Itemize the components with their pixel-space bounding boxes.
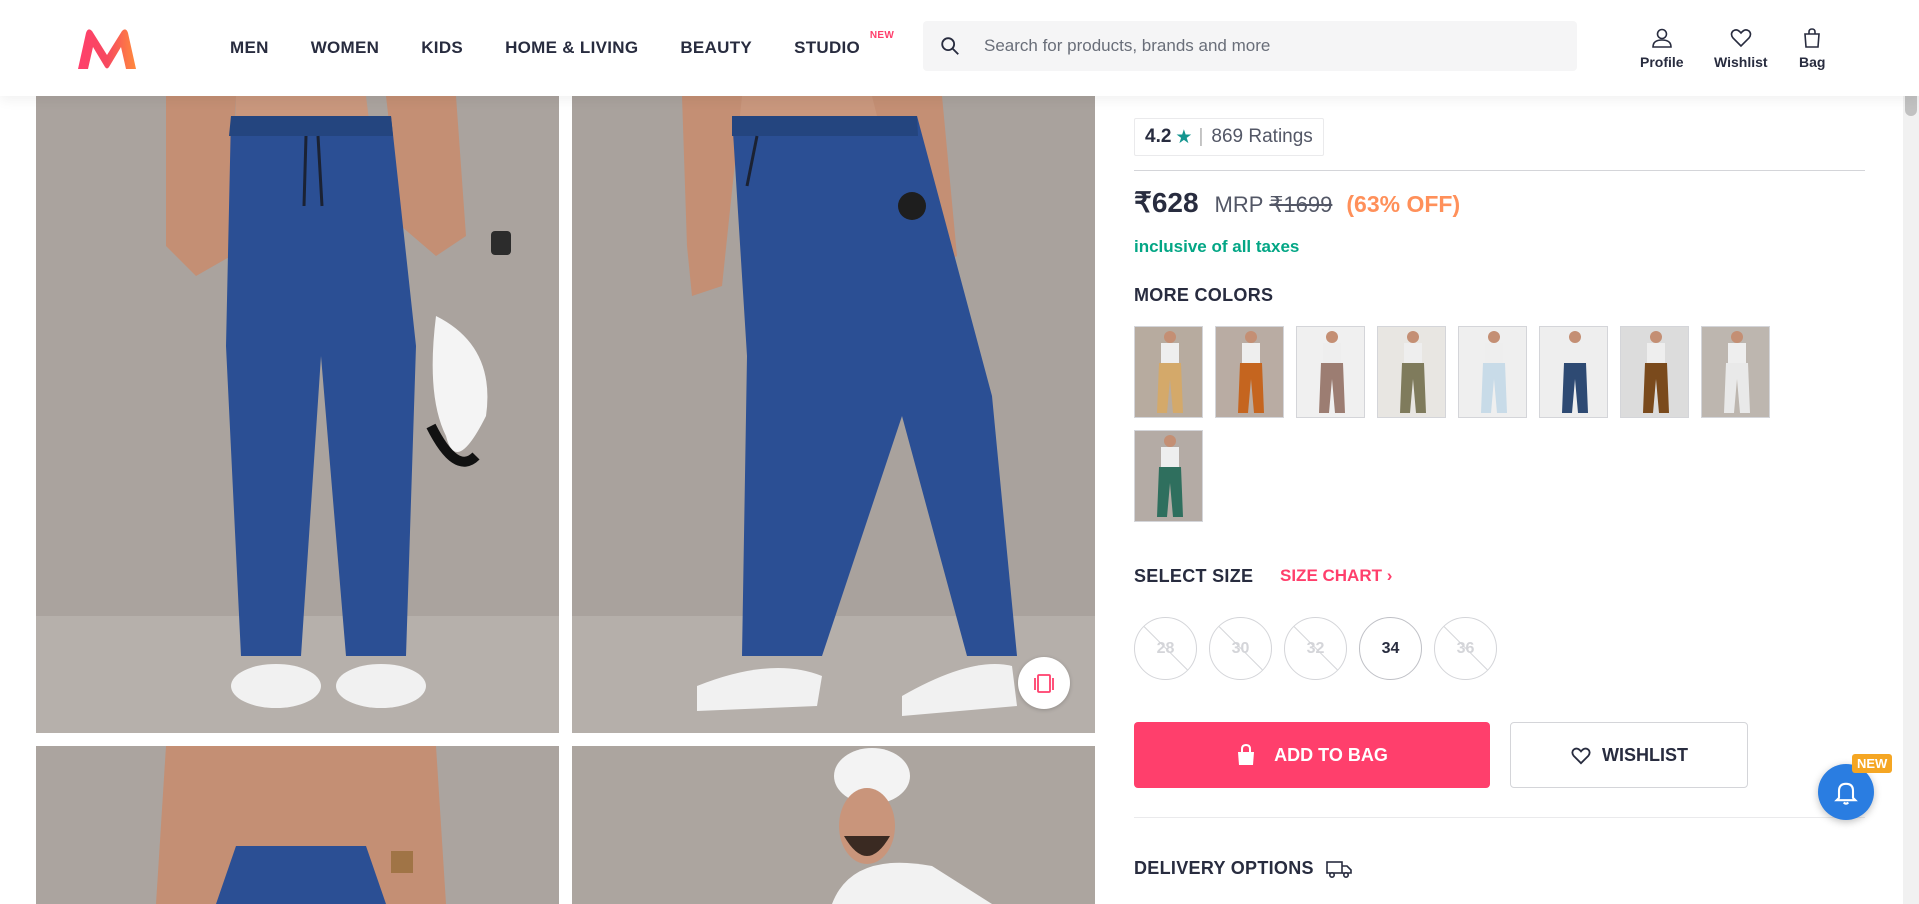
price-row: ₹628 MRP ₹1699 (63% OFF) [1134,186,1460,219]
studio-new-badge: NEW [869,30,895,41]
divider [1134,170,1865,171]
size-options: 28 30 32 34 36 [1134,617,1497,680]
myntra-logo[interactable] [76,27,138,71]
taxes-note: inclusive of all taxes [1134,237,1300,256]
search-input[interactable] [984,36,1544,56]
product-image-back[interactable] [36,746,559,904]
delivery-label: DELIVERY OPTIONS [1134,858,1314,878]
more-colors-title: MORE COLORS [1134,285,1274,305]
color-swatch[interactable] [1539,326,1608,418]
wishlist-label: Wishlist [1714,54,1768,70]
wishlist-button-label: WISHLIST [1602,744,1688,765]
nav-men[interactable]: MEN [230,38,269,58]
wishlist-button[interactable]: WISHLIST [1510,722,1748,788]
size-chart-link[interactable]: SIZE CHART › [1280,566,1392,586]
size-option: 36 [1434,617,1497,680]
delivery-options-title: DELIVERY OPTIONS [1134,858,1352,879]
selling-price: ₹628 [1134,187,1199,218]
heart-icon [1730,29,1752,48]
size-chart-label: SIZE CHART [1280,566,1382,585]
mrp-label: MRP [1214,192,1264,217]
top-header: MEN WOMEN KIDS HOME & LIVING BEAUTY STUD… [0,0,1919,96]
product-image-model[interactable] [572,746,1095,904]
size-label: 34 [1381,639,1400,657]
rating-box[interactable]: 4.2 ★ | 869 Ratings [1134,118,1324,156]
profile-label: Profile [1640,54,1684,70]
color-swatch[interactable] [1377,326,1446,418]
size-label: 28 [1156,639,1175,657]
product-image-front[interactable] [36,96,559,733]
bag-label: Bag [1799,54,1826,70]
color-swatch[interactable] [1458,326,1527,418]
mrp-value: ₹1699 [1269,192,1333,217]
size-label: 32 [1306,639,1325,657]
nav-beauty[interactable]: BEAUTY [680,38,752,58]
add-to-bag-button[interactable]: ADD TO BAG [1134,722,1490,788]
size-label: 30 [1231,639,1250,657]
size-option: 32 [1284,617,1347,680]
discount-percent: (63% OFF) [1346,191,1461,217]
color-swatch[interactable] [1134,326,1203,418]
bag-icon [1238,744,1255,765]
chevron-right-icon: › [1386,566,1393,585]
profile-icon [1651,28,1672,48]
color-swatch[interactable] [1215,326,1284,418]
search-bar[interactable] [923,21,1577,71]
color-swatch[interactable] [1620,326,1689,418]
similar-icon [1034,674,1054,693]
truck-icon [1326,860,1352,878]
rating-divider: | [1198,126,1204,147]
page-scrollbar[interactable] [1903,0,1919,904]
size-option: 28 [1134,617,1197,680]
color-swatch[interactable] [1701,326,1770,418]
star-icon: ★ [1175,126,1193,148]
color-swatch[interactable] [1296,326,1365,418]
notification-new-badge: NEW [1852,754,1893,773]
color-swatches [1134,326,1784,522]
select-size-title: SELECT SIZE [1134,566,1254,586]
main-nav: MEN WOMEN KIDS HOME & LIVING BEAUTY STUD… [230,0,894,96]
color-swatch[interactable] [1134,430,1203,522]
wishlist-header-button[interactable]: Wishlist [1714,26,1768,70]
add-to-bag-label: ADD TO BAG [1274,744,1388,765]
search-icon [941,37,959,55]
product-image-side[interactable] [572,96,1095,733]
nav-studio[interactable]: STUDIO NEW [794,30,894,58]
size-label: 36 [1456,639,1475,657]
view-similar-button[interactable] [1018,657,1070,709]
divider [1134,817,1865,818]
rating-value: 4.2 [1145,126,1172,147]
bag-button[interactable]: Bag [1799,26,1825,70]
profile-button[interactable]: Profile [1640,26,1684,70]
size-option: 30 [1209,617,1272,680]
size-option[interactable]: 34 [1359,617,1422,680]
nav-kids[interactable]: KIDS [421,38,463,58]
nav-home-living[interactable]: HOME & LIVING [505,38,638,58]
nav-studio-label: STUDIO [794,38,861,57]
heart-icon [1571,747,1591,765]
rating-count: 869 Ratings [1211,126,1313,147]
nav-women[interactable]: WOMEN [311,38,380,58]
bell-icon [1834,782,1858,805]
bag-icon [1804,28,1821,48]
